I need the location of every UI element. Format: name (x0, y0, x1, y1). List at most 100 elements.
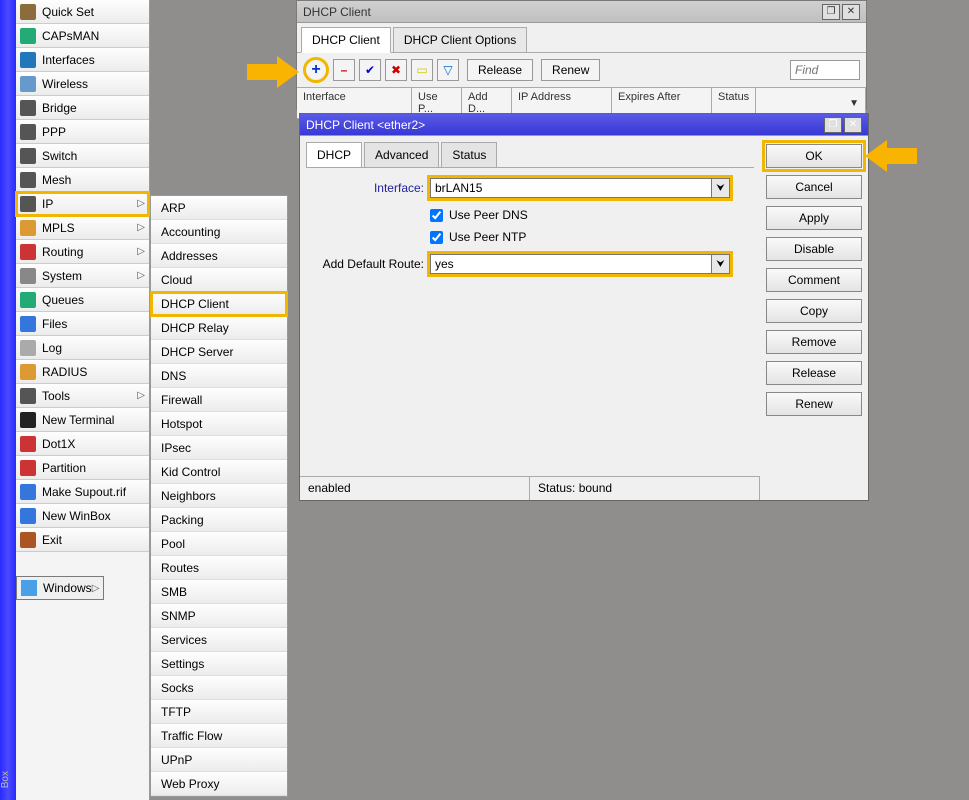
sidebar-icon (20, 52, 36, 68)
sidebar-icon (21, 580, 37, 596)
sidebar-item-label: Wireless (42, 77, 88, 91)
use-peer-ntp-label: Use Peer NTP (449, 230, 526, 244)
tab-advanced[interactable]: Advanced (364, 142, 439, 167)
sidebar-item-ip[interactable]: IP▷ (16, 192, 149, 216)
submenu-item-routes[interactable]: Routes (151, 556, 287, 580)
submenu-item-traffic-flow[interactable]: Traffic Flow (151, 724, 287, 748)
submenu-item-pool[interactable]: Pool (151, 532, 287, 556)
sidebar-item-wireless[interactable]: Wireless (16, 72, 149, 96)
submenu-item-ipsec[interactable]: IPsec (151, 436, 287, 460)
apply-button[interactable]: Apply (766, 206, 862, 230)
cancel-button[interactable]: Cancel (766, 175, 862, 199)
sidebar-item-dot1x[interactable]: Dot1X (16, 432, 149, 456)
chevron-right-icon: ▷ (92, 583, 100, 594)
filter-button[interactable]: ▽ (437, 59, 459, 81)
sidebar-item-label: Partition (42, 461, 86, 475)
submenu-item-dhcp-relay[interactable]: DHCP Relay (151, 316, 287, 340)
release-button[interactable]: Release (766, 361, 862, 385)
sidebar-item-make-supout-rif[interactable]: Make Supout.rif (16, 480, 149, 504)
interface-dropdown-icon[interactable]: ⮟ (712, 178, 730, 198)
submenu-item-snmp[interactable]: SNMP (151, 604, 287, 628)
renew-button[interactable]: Renew (541, 59, 600, 81)
sidebar-item-label: Files (42, 317, 67, 331)
tab-dhcp-client-options[interactable]: DHCP Client Options (393, 27, 528, 52)
enable-button[interactable]: ✔ (359, 59, 381, 81)
sidebar-item-interfaces[interactable]: Interfaces (16, 48, 149, 72)
sidebar-item-label: IP (42, 197, 53, 211)
sidebar-item-partition[interactable]: Partition (16, 456, 149, 480)
submenu-item-neighbors[interactable]: Neighbors (151, 484, 287, 508)
tab-status[interactable]: Status (441, 142, 497, 167)
submenu-item-dns[interactable]: DNS (151, 364, 287, 388)
add-default-route-dropdown-icon[interactable]: ⮟ (712, 254, 730, 274)
sidebar-item-exit[interactable]: Exit (16, 528, 149, 552)
sidebar-item-label: System (42, 269, 82, 283)
sidebar-item-capsman[interactable]: CAPsMAN (16, 24, 149, 48)
sidebar-item-new-terminal[interactable]: New Terminal (16, 408, 149, 432)
submenu-item-addresses[interactable]: Addresses (151, 244, 287, 268)
submenu-item-web-proxy[interactable]: Web Proxy (151, 772, 287, 796)
sidebar-item-log[interactable]: Log (16, 336, 149, 360)
remove-button[interactable]: – (333, 59, 355, 81)
submenu-item-firewall[interactable]: Firewall (151, 388, 287, 412)
sidebar-item-switch[interactable]: Switch (16, 144, 149, 168)
sidebar-item-bridge[interactable]: Bridge (16, 96, 149, 120)
submenu-item-packing[interactable]: Packing (151, 508, 287, 532)
add-button[interactable]: + (303, 57, 329, 83)
use-peer-ntp-checkbox[interactable] (430, 231, 443, 244)
restore-icon[interactable]: ❐ (824, 117, 842, 133)
sidebar-item-tools[interactable]: Tools▷ (16, 384, 149, 408)
disable-button[interactable]: ✖ (385, 59, 407, 81)
add-default-route-field[interactable] (430, 254, 712, 274)
add-default-route-label: Add Default Route: (312, 257, 424, 271)
submenu-item-dhcp-client[interactable]: DHCP Client (151, 292, 287, 316)
sidebar-item-mesh[interactable]: Mesh (16, 168, 149, 192)
sidebar-item-queues[interactable]: Queues (16, 288, 149, 312)
sidebar-item-mpls[interactable]: MPLS▷ (16, 216, 149, 240)
close-icon[interactable]: ✕ (842, 4, 860, 20)
submenu-item-upnp[interactable]: UPnP (151, 748, 287, 772)
status-enabled: enabled (300, 477, 530, 500)
ok-button[interactable]: OK (766, 144, 862, 168)
sidebar-item-label: Dot1X (42, 437, 75, 451)
sidebar-item-files[interactable]: Files (16, 312, 149, 336)
remove-button[interactable]: Remove (766, 330, 862, 354)
comment-button[interactable]: Comment (766, 268, 862, 292)
submenu-item-arp[interactable]: ARP (151, 196, 287, 220)
submenu-item-hotspot[interactable]: Hotspot (151, 412, 287, 436)
submenu-item-cloud[interactable]: Cloud (151, 268, 287, 292)
submenu-item-accounting[interactable]: Accounting (151, 220, 287, 244)
copy-button[interactable]: Copy (766, 299, 862, 323)
submenu-item-kid-control[interactable]: Kid Control (151, 460, 287, 484)
submenu-item-settings[interactable]: Settings (151, 652, 287, 676)
restore-icon[interactable]: ❐ (822, 4, 840, 20)
status-bound: Status: bound (530, 477, 760, 500)
sidebar-item-label: Exit (42, 533, 62, 547)
submenu-item-socks[interactable]: Socks (151, 676, 287, 700)
sidebar-icon (20, 100, 36, 116)
sidebar-item-label: Interfaces (42, 53, 95, 67)
sidebar-item-routing[interactable]: Routing▷ (16, 240, 149, 264)
sidebar-item-ppp[interactable]: PPP (16, 120, 149, 144)
close-icon[interactable]: ✕ (844, 117, 862, 133)
submenu-item-services[interactable]: Services (151, 628, 287, 652)
use-peer-dns-checkbox[interactable] (430, 209, 443, 222)
submenu-item-smb[interactable]: SMB (151, 580, 287, 604)
sidebar-item-radius[interactable]: RADIUS (16, 360, 149, 384)
sidebar-item-quick-set[interactable]: Quick Set (16, 0, 149, 24)
tab-dhcp-client[interactable]: DHCP Client (301, 27, 391, 53)
submenu-item-dhcp-server[interactable]: DHCP Server (151, 340, 287, 364)
renew-button[interactable]: Renew (766, 392, 862, 416)
release-button[interactable]: Release (467, 59, 533, 81)
find-input[interactable] (790, 60, 860, 80)
ip-submenu: ARPAccountingAddressesCloudDHCP ClientDH… (150, 195, 288, 797)
sidebar-item-new-winbox[interactable]: New WinBox (16, 504, 149, 528)
sidebar-item-label: Mesh (42, 173, 71, 187)
sidebar-item-windows[interactable]: Windows▷ (16, 576, 104, 600)
sidebar-item-system[interactable]: System▷ (16, 264, 149, 288)
interface-field[interactable] (430, 178, 712, 198)
disable-button[interactable]: Disable (766, 237, 862, 261)
submenu-item-tftp[interactable]: TFTP (151, 700, 287, 724)
comment-button[interactable]: ▭ (411, 59, 433, 81)
tab-dhcp[interactable]: DHCP (306, 142, 362, 167)
